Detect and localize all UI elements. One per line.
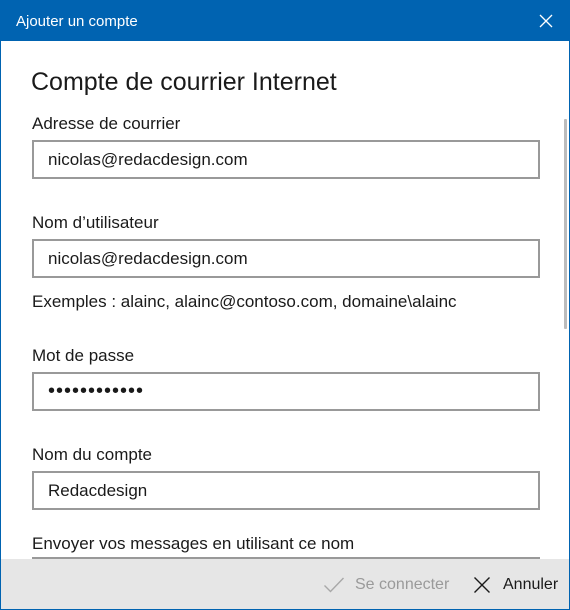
connect-label: Se connecter [355, 575, 450, 593]
add-account-dialog: Ajouter un compte Compte de courrier Int… [0, 0, 570, 610]
password-field[interactable] [32, 372, 540, 411]
username-hint: Exemples : alainc, alainc@contoso.com, d… [32, 292, 457, 311]
dialog-footer: Se connecter Annuler [1, 559, 569, 609]
scrollbar[interactable] [564, 119, 567, 329]
cancel-button[interactable]: Annuler [471, 559, 559, 609]
page-title: Compte de courrier Internet [31, 68, 337, 96]
username-label: Nom d’utilisateur [32, 213, 159, 232]
username-field[interactable] [32, 239, 540, 278]
email-label: Adresse de courrier [32, 114, 181, 133]
account-name-label: Nom du compte [32, 445, 152, 464]
form-content: Compte de courrier Internet Adresse de c… [1, 41, 569, 559]
checkmark-icon [323, 574, 345, 596]
connect-button[interactable]: Se connecter [323, 559, 450, 609]
password-label: Mot de passe [32, 346, 135, 365]
window-title: Ajouter un compte [16, 13, 138, 30]
cancel-label: Annuler [503, 575, 559, 593]
account-name-field[interactable] [32, 471, 540, 510]
email-field[interactable] [32, 140, 540, 179]
send-as-label: Envoyer vos messages en utilisant ce nom [32, 534, 355, 553]
close-icon [539, 14, 553, 28]
cancel-icon [471, 574, 493, 596]
title-bar: Ajouter un compte [1, 1, 569, 41]
close-button[interactable] [523, 1, 569, 41]
